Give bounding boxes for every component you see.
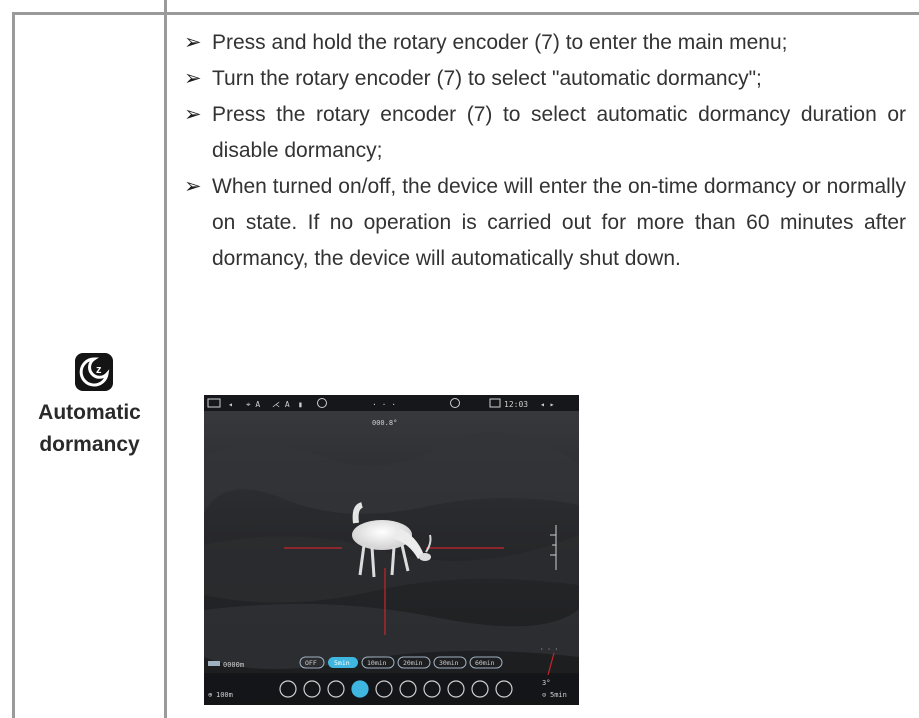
distance-readout: 0000m xyxy=(223,661,244,669)
zoom-readout: 100m xyxy=(216,691,233,699)
svg-text:· · ·: · · · xyxy=(540,646,558,653)
svg-text:◂ ▸: ◂ ▸ xyxy=(540,400,554,409)
instructions-cell: ➢ Press and hold the rotary encoder (7) … xyxy=(184,25,906,277)
option-20min: 20min xyxy=(403,659,423,667)
timer-readout: 5min xyxy=(550,691,567,699)
bullet-arrow-icon: ➢ xyxy=(184,31,202,54)
option-10min: 10min xyxy=(367,659,387,667)
device-screen-image: ◂ ⌖ A ⋌ A ▮ · · · 12:03 ◂ ▸ 000.8° OFF 5… xyxy=(204,395,579,705)
moon-dormancy-icon: z xyxy=(75,353,113,391)
bullet-arrow-icon: ➢ xyxy=(184,103,202,126)
option-5min-selected: 5min xyxy=(334,659,350,667)
option-30min: 30min xyxy=(439,659,459,667)
bullet-arrow-icon: ➢ xyxy=(184,67,202,90)
option-off: OFF xyxy=(305,659,317,667)
instruction-list: ➢ Press and hold the rotary encoder (7) … xyxy=(184,25,906,277)
svg-text:⊙: ⊙ xyxy=(542,691,546,699)
svg-text:⌖ A: ⌖ A xyxy=(246,400,260,409)
clock-readout: 12:03 xyxy=(504,400,528,409)
instruction-item: ➢ Turn the rotary encoder (7) to select … xyxy=(184,61,906,97)
row-label-cell: z Automatic dormancy xyxy=(15,15,164,718)
table-column-divider xyxy=(164,0,167,718)
thermal-view: ◂ ⌖ A ⋌ A ▮ · · · 12:03 ◂ ▸ 000.8° OFF 5… xyxy=(204,395,579,705)
option-60min: 60min xyxy=(475,659,495,667)
row-label: Automatic dormancy xyxy=(38,401,141,456)
instruction-item: ➢ Press and hold the rotary encoder (7) … xyxy=(184,25,906,61)
angle-readout: 3° xyxy=(542,679,550,687)
heading-readout: 000.8° xyxy=(372,419,397,427)
svg-text:⋌ A: ⋌ A xyxy=(272,400,290,409)
svg-text:▮: ▮ xyxy=(298,400,303,409)
instruction-item: ➢ When turned on/off, the device will en… xyxy=(184,169,906,277)
instruction-item: ➢ Press the rotary encoder (7) to select… xyxy=(184,97,906,169)
svg-text:· · ·: · · · xyxy=(372,400,396,409)
svg-text:◂: ◂ xyxy=(228,400,233,409)
bullet-arrow-icon: ➢ xyxy=(184,175,202,198)
svg-text:z: z xyxy=(96,364,102,376)
